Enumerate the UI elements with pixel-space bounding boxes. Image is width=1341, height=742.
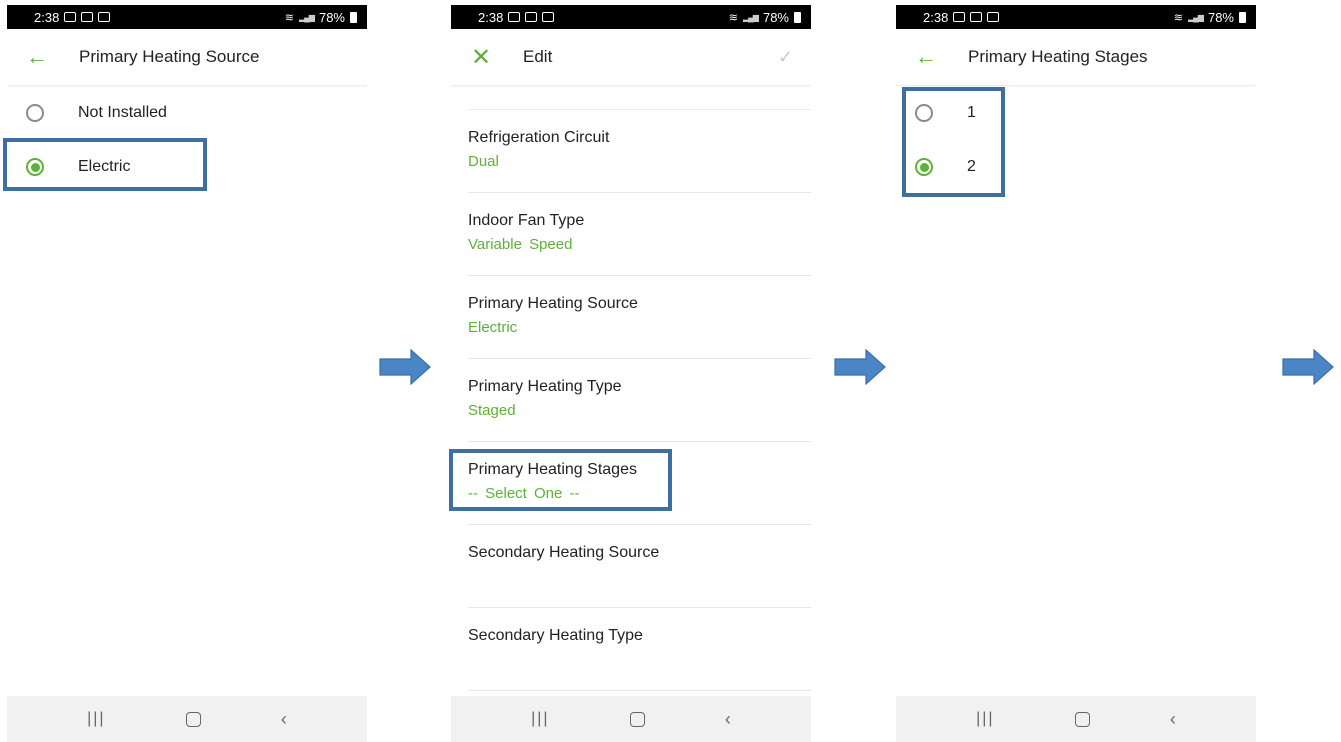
notification-icon [81, 12, 94, 22]
status-time: 2:38 [478, 9, 504, 25]
signal-icon: ▂▄▆ [298, 12, 315, 22]
page-title: Primary Heating Source [79, 47, 260, 66]
phone-screen-primary-heating-source: 2:38 ≋ ▂▄▆ 78% ← Primary Heating Source … [7, 5, 367, 742]
recent-apps-icon[interactable]: ||| [531, 710, 549, 728]
radio-button[interactable] [915, 104, 933, 122]
battery-icon [794, 11, 801, 23]
home-icon[interactable] [629, 711, 645, 727]
item-label: Primary Heating Stages [468, 461, 637, 478]
list-item-indoor-fan-type[interactable]: Indoor Fan Type Variable Speed [468, 193, 811, 276]
battery-icon [1239, 11, 1246, 23]
divider [468, 86, 811, 110]
page-title: Edit [523, 47, 553, 66]
radio-button[interactable] [26, 104, 44, 122]
battery-icon [350, 11, 357, 23]
item-value: Dual [468, 153, 499, 170]
radio-list: Not Installed Electric [7, 86, 367, 194]
battery-percent: 78% [762, 9, 789, 25]
tutorial-canvas: 2:38 ≋ ▂▄▆ 78% ← Primary Heating Source … [0, 0, 1341, 742]
list-item-secondary-heating-source[interactable]: Secondary Heating Source [468, 525, 811, 608]
notification-icon [970, 12, 983, 22]
item-label: Secondary Heating Type [468, 627, 643, 644]
home-icon[interactable] [185, 711, 201, 727]
app-bar: ← Primary Heating Stages [896, 29, 1256, 86]
recent-apps-icon[interactable]: ||| [87, 710, 105, 728]
notification-icon [953, 12, 966, 22]
settings-list: Refrigeration Circuit Dual Indoor Fan Ty… [451, 86, 811, 691]
radio-list: 1 2 [896, 86, 1256, 194]
list-item-secondary-heating-type[interactable]: Secondary Heating Type [468, 608, 811, 691]
radio-label: Electric [78, 158, 131, 175]
image-icon [98, 12, 111, 22]
radio-label: Not Installed [78, 104, 167, 121]
close-icon[interactable]: ✕ [451, 43, 511, 72]
back-icon[interactable]: ‹ [281, 709, 287, 730]
app-bar: ← Primary Heating Source [7, 29, 367, 86]
battery-percent: 78% [1207, 9, 1234, 25]
image-icon [542, 12, 555, 22]
item-label: Primary Heating Source [468, 295, 638, 312]
status-bar: 2:38 ≋ ▂▄▆ 78% [896, 5, 1256, 29]
back-icon[interactable]: ‹ [1170, 709, 1176, 730]
system-nav-bar: ||| ‹ [7, 696, 367, 742]
item-label: Primary Heating Type [468, 378, 622, 395]
back-icon[interactable]: ‹ [725, 709, 731, 730]
phone-screen-edit: 2:38 ≋ ▂▄▆ 78% ✕ Edit ✓ Refrigeration Ci… [451, 5, 811, 742]
radio-button-selected[interactable] [915, 158, 933, 176]
back-arrow-icon[interactable]: ← [896, 44, 956, 70]
item-value: Electric [468, 319, 518, 336]
status-time: 2:38 [34, 9, 60, 25]
wifi-icon: ≋ [1173, 11, 1183, 24]
check-icon[interactable]: ✓ [778, 47, 793, 68]
radio-option-2[interactable]: 2 [896, 140, 1256, 194]
radio-option-not-installed[interactable]: Not Installed [7, 86, 367, 140]
radio-label: 1 [967, 104, 976, 121]
phone-screen-primary-heating-stages: 2:38 ≋ ▂▄▆ 78% ← Primary Heating Stages … [896, 5, 1256, 742]
flow-arrow-icon [1282, 349, 1334, 385]
list-item-primary-heating-type[interactable]: Primary Heating Type Staged [468, 359, 811, 442]
system-nav-bar: ||| ‹ [896, 696, 1256, 742]
back-arrow-icon[interactable]: ← [7, 44, 67, 70]
signal-icon: ▂▄▆ [1187, 12, 1204, 22]
list-item-primary-heating-stages[interactable]: Primary Heating Stages -- Select One -- [468, 442, 811, 525]
system-nav-bar: ||| ‹ [451, 696, 811, 742]
battery-percent: 78% [318, 9, 345, 25]
notification-icon [508, 12, 521, 22]
page-title: Primary Heating Stages [968, 47, 1148, 66]
item-value: -- Select One -- [468, 485, 580, 502]
status-time: 2:38 [923, 9, 949, 25]
item-label: Refrigeration Circuit [468, 129, 610, 146]
item-value: Variable Speed [468, 236, 573, 253]
flow-arrow-icon [834, 349, 886, 385]
item-value: Staged [468, 402, 516, 419]
item-label: Secondary Heating Source [468, 544, 660, 561]
image-icon [987, 12, 1000, 22]
item-label: Indoor Fan Type [468, 212, 585, 229]
app-bar: ✕ Edit ✓ [451, 29, 811, 86]
signal-icon: ▂▄▆ [742, 12, 759, 22]
list-item-primary-heating-source[interactable]: Primary Heating Source Electric [468, 276, 811, 359]
wifi-icon: ≋ [728, 11, 738, 24]
list-item-refrigeration-circuit[interactable]: Refrigeration Circuit Dual [468, 110, 811, 193]
home-icon[interactable] [1074, 711, 1090, 727]
status-bar: 2:38 ≋ ▂▄▆ 78% [7, 5, 367, 29]
radio-option-electric[interactable]: Electric [7, 140, 367, 194]
flow-arrow-icon [379, 349, 431, 385]
notification-icon [525, 12, 538, 22]
status-bar: 2:38 ≋ ▂▄▆ 78% [451, 5, 811, 29]
radio-label: 2 [967, 158, 976, 175]
radio-option-1[interactable]: 1 [896, 86, 1256, 140]
wifi-icon: ≋ [284, 11, 294, 24]
notification-icon [64, 12, 77, 22]
recent-apps-icon[interactable]: ||| [976, 710, 994, 728]
radio-button-selected[interactable] [26, 158, 44, 176]
